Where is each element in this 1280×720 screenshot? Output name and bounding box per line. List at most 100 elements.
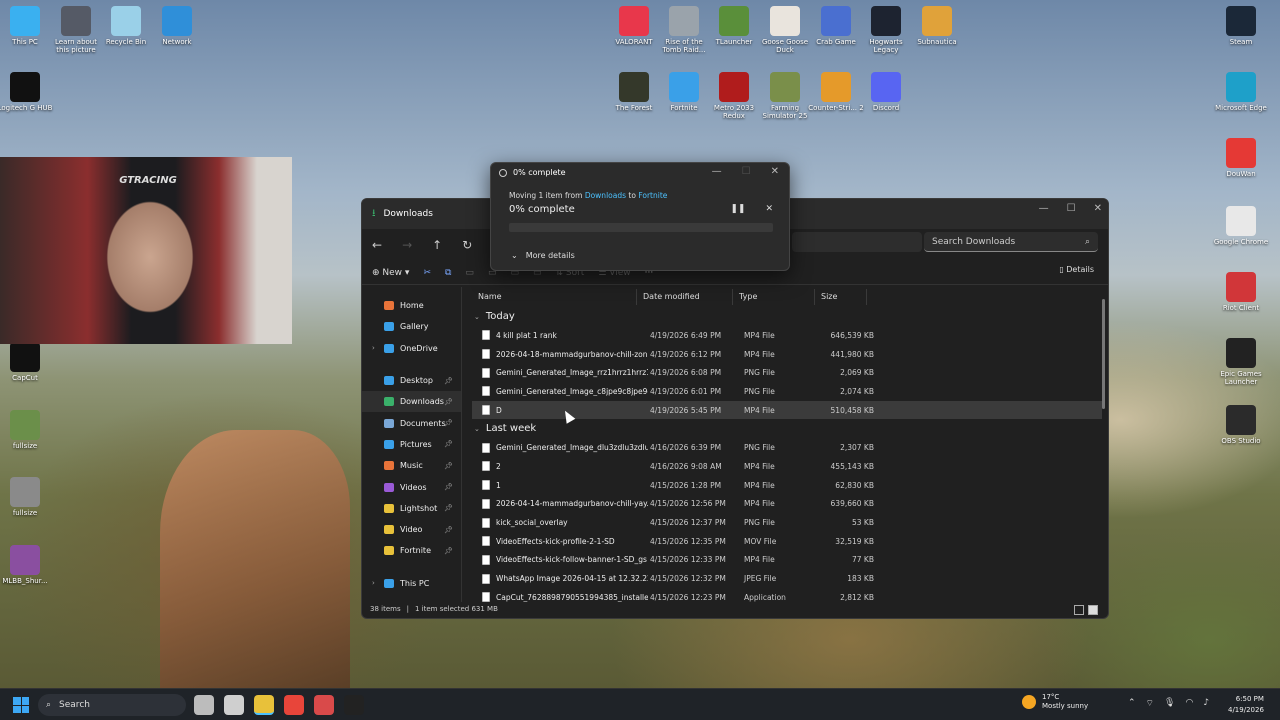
- table-row[interactable]: 4 kill plat 1 rank 4/19/2026 6:49 PM MP4 F…: [472, 326, 1102, 345]
- desktop-icon[interactable]: Epic Games Launcher: [1213, 338, 1269, 386]
- dialog-maximize-button[interactable]: ☐: [742, 166, 751, 177]
- sidebar-item-desktop[interactable]: Desktop 📌︎: [362, 370, 461, 391]
- app-icon[interactable]: [314, 695, 334, 715]
- desktop-icon[interactable]: Hogwarts Legacy: [858, 6, 914, 54]
- desktop-icon[interactable]: Crab Game: [808, 6, 864, 46]
- maximize-button[interactable]: ☐: [1067, 203, 1076, 214]
- table-row[interactable]: 2026-04-14-mammadgurbanov-chill-yay... 4/…: [472, 495, 1102, 514]
- desktop-icon[interactable]: fullsize: [0, 477, 53, 517]
- desktop-icon[interactable]: MLBB_Shur...: [0, 545, 53, 585]
- task-view-icon[interactable]: [224, 695, 244, 715]
- wifi-icon[interactable]: ◠: [1185, 698, 1193, 709]
- destination-link[interactable]: Fortnite: [638, 191, 667, 200]
- desktop-icon[interactable]: VALORANT: [606, 6, 662, 46]
- desktop-icon[interactable]: The Forest: [606, 72, 662, 112]
- desktop-icon[interactable]: Logitech G HUB: [0, 72, 53, 112]
- desktop-icon[interactable]: Farming Simulator 25: [757, 72, 813, 120]
- dialog-close-button[interactable]: ✕: [771, 166, 779, 177]
- sidebar-item-downloads[interactable]: Downloads 📌︎: [362, 391, 461, 413]
- source-link[interactable]: Downloads: [585, 191, 626, 200]
- sidebar-item-onedrive[interactable]: › OneDrive: [362, 338, 461, 359]
- details-view-icon[interactable]: [1074, 605, 1084, 615]
- desktop-icon[interactable]: Network: [149, 6, 205, 46]
- cancel-button[interactable]: ✕: [765, 204, 773, 214]
- sidebar-item-video[interactable]: Video 📌︎: [362, 519, 461, 540]
- table-row[interactable]: Gemini_Generated_Image_rrz1hrrz1hrrz1hr 4…: [472, 363, 1102, 382]
- sidebar-item-music[interactable]: Music 📌︎: [362, 455, 461, 476]
- search-input[interactable]: Search Downloads ⌕: [924, 232, 1098, 252]
- close-button[interactable]: ✕: [1094, 203, 1102, 214]
- desktop-icon[interactable]: Microsoft Edge: [1213, 72, 1269, 112]
- sidebar-item-documents[interactable]: Documents 📌︎: [362, 412, 461, 433]
- copy-progress-dialog[interactable]: 0% complete — ☐ ✕ Moving 1 item from Dow…: [490, 162, 790, 271]
- table-row[interactable]: Gemini_Generated_Image_c8jpe9c8jpe9c... 4…: [472, 382, 1102, 401]
- details-button[interactable]: ▯ Details: [1059, 265, 1094, 274]
- sidebar-item-lightshot[interactable]: Lightshot 📌︎: [362, 498, 461, 519]
- desktop-icon[interactable]: fullsize: [0, 410, 53, 450]
- microphone-icon[interactable]: 🎙︎: [1164, 698, 1175, 709]
- table-row[interactable]: 1 4/15/2026 1:28 PM MP4 File 62,830 KB: [472, 476, 1102, 495]
- desktop-icon[interactable]: Metro 2033 Redux: [706, 72, 762, 120]
- table-row[interactable]: kick_social_overlay 4/15/2026 12:37 PM PNG…: [472, 513, 1102, 532]
- desktop-icon[interactable]: DouWan: [1213, 138, 1269, 178]
- scrollbar[interactable]: [1102, 299, 1105, 409]
- group-header[interactable]: ⌄ Today: [472, 307, 1102, 326]
- column-type[interactable]: Type: [733, 289, 815, 305]
- desktop-icon[interactable]: Riot Client: [1213, 272, 1269, 312]
- capcut-icon[interactable]: [344, 695, 364, 715]
- desktop-icon[interactable]: Goose Goose Duck: [757, 6, 813, 54]
- minimize-button[interactable]: —: [1039, 203, 1049, 214]
- desktop-icon[interactable]: Learn about this picture: [48, 6, 104, 54]
- chevron-right-icon[interactable]: ›: [372, 579, 375, 587]
- paste-icon[interactable]: ▭: [465, 268, 474, 278]
- pause-button[interactable]: ❚❚: [730, 204, 745, 214]
- desktop-icon[interactable]: TLauncher: [706, 6, 762, 46]
- column-size[interactable]: Size: [815, 289, 867, 305]
- address-bar[interactable]: [792, 232, 922, 252]
- desktop-icon[interactable]: Fortnite: [656, 72, 712, 112]
- volume-icon[interactable]: ♪: [1203, 698, 1209, 709]
- file-explorer-icon[interactable]: [254, 695, 274, 715]
- weather-widget[interactable]: 17°C Mostly sunny: [1022, 693, 1088, 711]
- up-icon[interactable]: ↑: [432, 238, 442, 252]
- chrome-icon[interactable]: [284, 695, 304, 715]
- table-row[interactable]: VideoEffects-kick-follow-banner-1-SD_gs 4…: [472, 551, 1102, 570]
- more-details-toggle[interactable]: ⌄ More details: [511, 251, 575, 260]
- forward-icon[interactable]: →: [402, 238, 412, 252]
- sidebar-item-videos[interactable]: Videos 📌︎: [362, 476, 461, 497]
- sidebar-item-gallery[interactable]: Gallery: [362, 316, 461, 337]
- desktop-icon[interactable]: CapCut: [0, 342, 53, 382]
- desktop-icon[interactable]: Google Chrome: [1213, 206, 1269, 246]
- sidebar-item-fortnite[interactable]: Fortnite 📌︎: [362, 540, 461, 561]
- column-name[interactable]: Name: [472, 289, 637, 305]
- table-row[interactable]: 2 4/16/2026 9:08 AM MP4 File 455,143 KB: [472, 457, 1102, 476]
- cut-icon[interactable]: ✂: [423, 268, 431, 278]
- desktop-icon[interactable]: Discord: [858, 72, 914, 112]
- desktop-icon[interactable]: Rise of the Tomb Raid...: [656, 6, 712, 54]
- widgets-icon[interactable]: [194, 695, 214, 715]
- desktop-icon[interactable]: Counter-Stri... 2: [808, 72, 864, 112]
- start-button[interactable]: [13, 697, 29, 713]
- desktop-icon[interactable]: Recycle Bin: [98, 6, 154, 46]
- sidebar-item-pictures[interactable]: Pictures 📌︎: [362, 434, 461, 455]
- dialog-minimize-button[interactable]: —: [712, 166, 722, 177]
- desktop-icon[interactable]: Steam: [1213, 6, 1269, 46]
- table-row[interactable]: WhatsApp Image 2026-04-15 at 12.32.22 4/1…: [472, 569, 1102, 588]
- table-row[interactable]: Gemini_Generated_Image_dlu3zdlu3zdlu... 4…: [472, 438, 1102, 457]
- back-icon[interactable]: ←: [372, 238, 382, 252]
- taskbar-search[interactable]: ⌕ Search: [38, 694, 186, 716]
- chevron-up-icon[interactable]: ⌃: [1128, 698, 1136, 709]
- clock[interactable]: 6:50 PM 4/19/2026: [1228, 694, 1264, 716]
- chevron-right-icon[interactable]: ›: [372, 344, 375, 352]
- desktop-icon[interactable]: Subnautica: [909, 6, 965, 46]
- refresh-icon[interactable]: ↻: [462, 238, 472, 252]
- new-button[interactable]: ⊕ New ▾: [372, 268, 409, 278]
- sidebar-item-home[interactable]: Home: [362, 295, 461, 316]
- column-date[interactable]: Date modified: [637, 289, 733, 305]
- desktop-icon[interactable]: OBS Studio: [1213, 405, 1269, 445]
- table-row[interactable]: VideoEffects-kick-profile-2-1-SD 4/15/202…: [472, 532, 1102, 551]
- desktop-icon[interactable]: This PC: [0, 6, 53, 46]
- sidebar-item-this-pc[interactable]: › This PC: [362, 573, 461, 594]
- network-icon[interactable]: ⌔: [1146, 698, 1154, 709]
- table-row[interactable]: 2026-04-18-mammadgurbanov-chill-zon... 4/…: [472, 345, 1102, 364]
